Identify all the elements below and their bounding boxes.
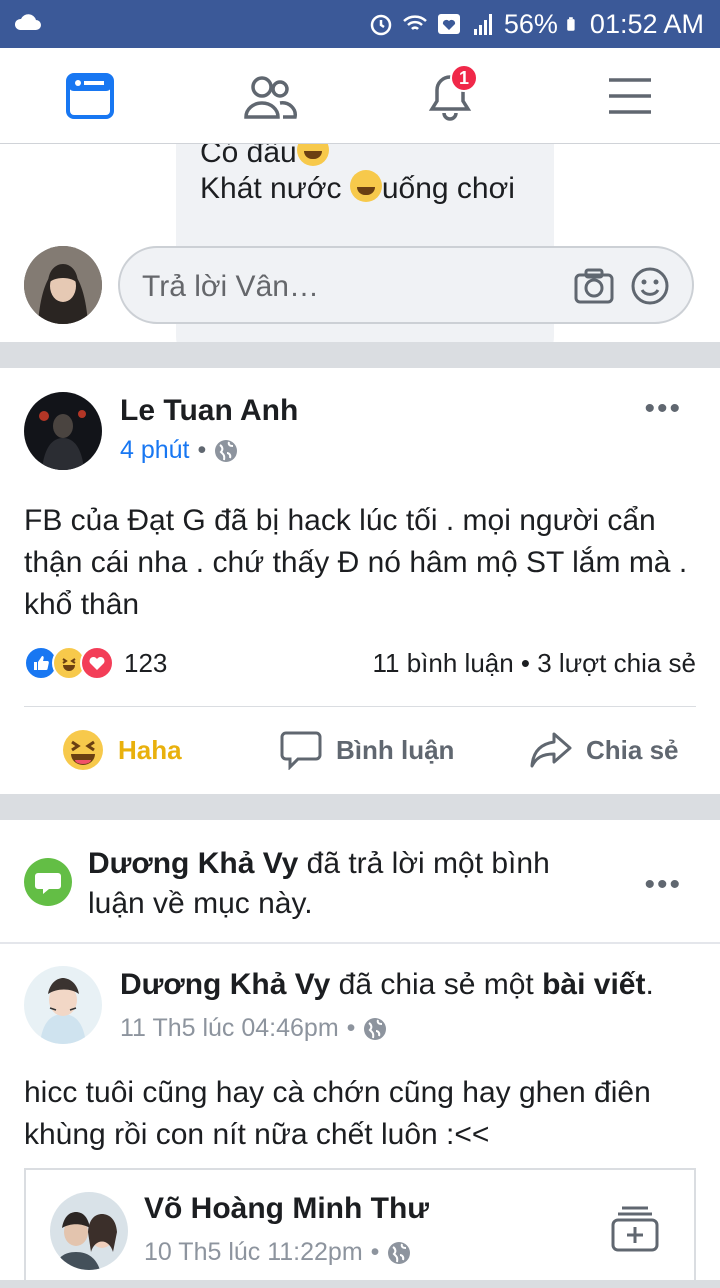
comment-icon [280,731,322,770]
laughing-emoji-icon [296,144,329,166]
share-label: Chia sẻ [586,734,679,765]
save-post-icon[interactable] [610,1200,660,1252]
shared-author-avatar[interactable] [50,1192,128,1270]
comment-line-1: Có đâu [200,144,329,170]
author-avatar[interactable] [24,966,102,1044]
reply-placeholder: Trả lời Vân… [142,270,319,303]
meta-separator: • [197,436,207,464]
avatar-photo [24,246,102,324]
avatar-photo [24,966,102,1044]
comment-reply-icon [24,858,72,906]
battery-icon [567,17,575,31]
status-bar: 56% 01:52 AM [0,0,720,48]
comment-button[interactable]: Bình luận [280,728,454,772]
reaction-summary[interactable]: 123 [24,646,167,680]
tab-news-feed[interactable] [60,66,120,126]
comment-line-1-text: Có đâu [200,144,297,169]
heart-app-icon [437,14,460,34]
post-header: Dương Khả Vy đã chia sẻ một bài viết. [120,968,700,1002]
haha-icon [63,730,103,770]
avatar-photo [24,392,102,470]
top-nav: 1 [0,48,720,144]
author-avatar[interactable] [24,392,102,470]
post-action-text: đã chia sẻ một [330,968,543,1001]
comment-line-2-text-a: Khát nước [200,172,350,205]
divider [0,942,720,944]
post-action-period: . [645,968,654,1001]
avatar-photo [50,1192,128,1270]
comment-thread-card: Có đâu Khát nước uống chơi Trả lời Vân… [0,144,720,342]
globe-icon [388,1241,411,1264]
post-text: FB của Đạt G đã bị hack lúc tối . mọi ng… [24,504,688,621]
tab-friends[interactable] [240,66,300,126]
meta-separator: • [370,1238,380,1266]
shared-author-name[interactable]: Võ Hoàng Minh Thư [144,1192,429,1226]
love-reaction-icon [80,646,114,680]
camera-icon[interactable] [574,268,614,304]
news-feed-icon [66,73,114,119]
author-name[interactable]: Dương Khả Vy [120,968,330,1001]
friends-icon [244,76,297,119]
globe-icon [215,439,238,462]
post-time[interactable]: 4 phút [120,436,190,465]
tab-notifications[interactable]: 1 [420,64,480,126]
notification-badge: 1 [450,64,478,92]
reaction-count: 123 [124,647,168,678]
meta-separator: • [346,1014,356,1042]
shared-post-meta: 10 Th5 lúc 11:22pm • [144,1238,411,1267]
battery-percent: 56% [503,8,558,39]
haha-label: Haha [118,734,182,765]
notice-options-button[interactable]: ••• [644,868,682,902]
user-avatar[interactable] [24,246,102,324]
comment-line-2: Khát nước uống chơi [200,170,515,206]
clock: 01:52 AM [589,8,704,39]
shared-post-card: Dương Khả Vy đã trả lời một bình luận về… [0,820,720,1288]
activity-notice: Dương Khả Vy đã trả lời một bình luận về… [88,844,608,924]
author-name[interactable]: Le Tuan Anh [120,394,298,428]
divider [24,706,696,707]
post-text: hicc tuôi cũng hay cà chớn cũng hay ghen… [24,1076,651,1151]
comment-label: Bình luận [336,734,455,765]
post-card: Le Tuan Anh 4 phút • ••• FB của Đạt G đã… [0,368,720,794]
wifi-icon [403,15,427,30]
comments-shares-count[interactable]: 11 bình luận • 3 lượt chia sẻ [373,648,697,679]
tab-menu[interactable] [600,66,660,126]
reply-input[interactable]: Trả lời Vân… [118,246,694,324]
post-time[interactable]: 11 Th5 lúc 04:46pm [120,1014,339,1043]
laughing-emoji-icon [349,170,382,202]
share-icon [530,732,572,768]
notice-name[interactable]: Dương Khả Vy [88,847,298,880]
globe-icon [364,1017,387,1040]
cloud-icon [14,14,41,30]
post-meta: 4 phút • [120,436,238,465]
emoji-icon[interactable] [630,266,670,306]
hamburger-menu-icon [609,78,651,114]
post-options-button[interactable]: ••• [644,392,682,426]
post-meta: 11 Th5 lúc 04:46pm • [120,1014,387,1043]
comment-line-2-text-b: uống chơi [381,172,515,205]
post-link[interactable]: bài viết [542,968,645,1001]
signal-icon [473,14,492,35]
shared-post[interactable]: Võ Hoàng Minh Thư 10 Th5 lúc 11:22pm • [24,1168,696,1288]
share-button[interactable]: Chia sẻ [530,728,679,772]
haha-button[interactable]: Haha [62,728,182,772]
shared-post-time[interactable]: 10 Th5 lúc 11:22pm [144,1238,363,1267]
alarm-icon [370,14,392,36]
